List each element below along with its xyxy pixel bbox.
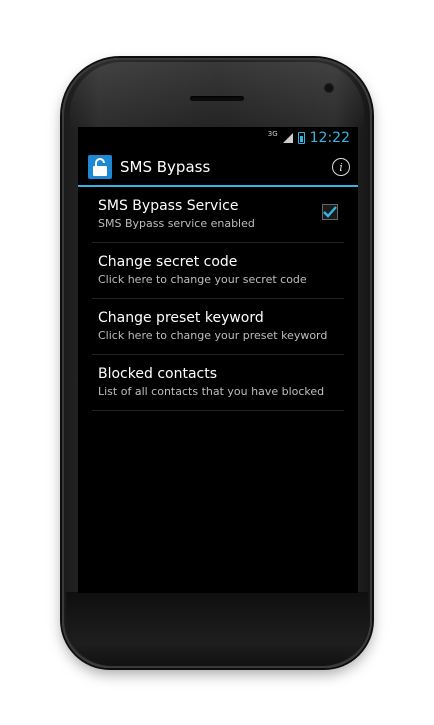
pref-summary: List of all contacts that you have block… <box>98 385 325 398</box>
pref-change-secret-code[interactable]: Change secret code Click here to change … <box>92 243 344 299</box>
lock-icon <box>88 155 112 179</box>
service-checkbox[interactable] <box>322 203 338 220</box>
signal-icon <box>282 133 293 143</box>
action-bar: SMS Bypass i <box>78 149 358 187</box>
pref-summary: Click here to change your preset keyword <box>98 329 328 342</box>
pref-blocked-contacts[interactable]: Blocked contacts List of all contacts th… <box>92 355 344 411</box>
pref-summary: SMS Bypass service enabled <box>98 217 255 230</box>
pref-title: SMS Bypass Service <box>98 198 239 214</box>
pref-summary: Click here to change your secret code <box>98 273 307 286</box>
screen: 3G 12:22 SMS Bypass i SMS Bypass Service… <box>78 127 358 593</box>
pref-title: Blocked contacts <box>98 366 217 382</box>
status-bar: 3G 12:22 <box>78 127 358 149</box>
pref-change-preset-keyword[interactable]: Change preset keyword Click here to chan… <box>92 299 344 355</box>
battery-icon <box>297 132 305 144</box>
checkmark-icon <box>323 205 337 218</box>
preference-list: SMS Bypass Service SMS Bypass service en… <box>78 187 358 411</box>
clock: 12:22 <box>309 130 350 146</box>
pref-title: Change secret code <box>98 254 238 270</box>
network-type: 3G <box>267 129 278 138</box>
pref-title: Change preset keyword <box>98 310 264 326</box>
phone-chin <box>66 592 368 666</box>
app-title: SMS Bypass <box>120 158 211 176</box>
info-icon[interactable]: i <box>332 158 350 176</box>
pref-sms-bypass-service[interactable]: SMS Bypass Service SMS Bypass service en… <box>92 187 344 243</box>
earpiece <box>190 96 244 101</box>
front-camera <box>324 83 334 93</box>
